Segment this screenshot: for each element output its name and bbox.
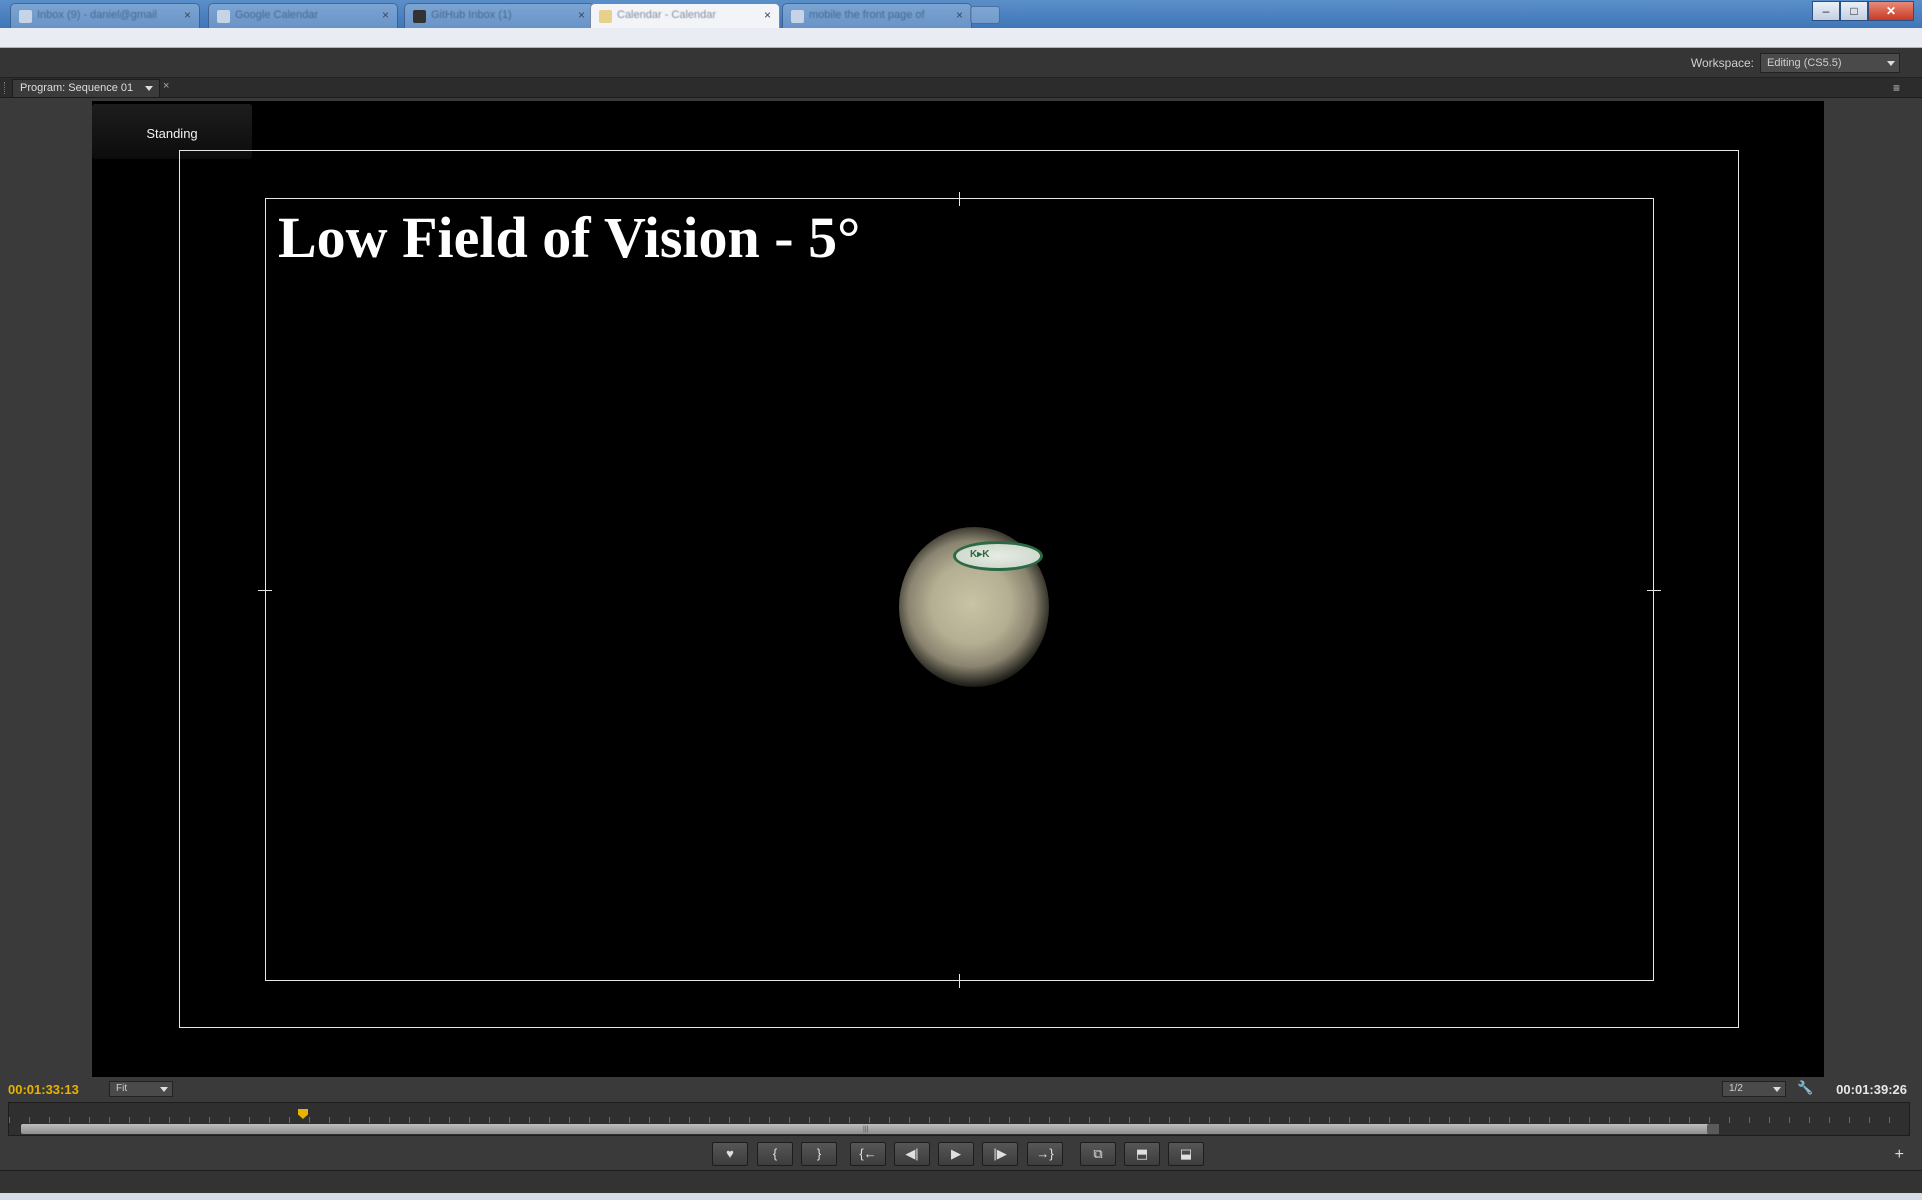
- close-icon[interactable]: ×: [163, 80, 169, 92]
- playback-resolution-dropdown[interactable]: 1/2: [1722, 1081, 1786, 1097]
- go-to-in-button[interactable]: {←: [850, 1142, 886, 1166]
- panel-menu-icon[interactable]: ≡: [1893, 81, 1900, 95]
- panel-header: Program: Sequence 01 × ≡: [0, 78, 1922, 98]
- workspace-dropdown[interactable]: Editing (CS5.5): [1760, 53, 1900, 73]
- close-icon[interactable]: ×: [184, 8, 191, 22]
- status-bar: [0, 1170, 1922, 1200]
- safe-tick-left: [258, 590, 272, 591]
- step-back-button[interactable]: ◀|: [894, 1142, 930, 1166]
- duration-timecode: 00:01:39:26: [1836, 1082, 1907, 1097]
- tab-program-monitor-label: Program: Sequence 01: [20, 82, 134, 94]
- chevron-down-icon: [1887, 61, 1895, 66]
- close-icon[interactable]: ×: [956, 8, 963, 22]
- export-frame-button[interactable]: ⧉: [1080, 1142, 1116, 1166]
- browser-tab-2[interactable]: Google Calendar ×: [208, 3, 398, 28]
- safe-tick-top: [959, 192, 960, 206]
- extract-button[interactable]: ⬓: [1168, 1142, 1204, 1166]
- mark-out-button[interactable]: }: [801, 1142, 837, 1166]
- browser-tab-label: Calendar - Calendar: [617, 9, 717, 21]
- mark-in-button[interactable]: {: [757, 1142, 793, 1166]
- workspace-label: Workspace:: [1690, 56, 1754, 70]
- close-window-button[interactable]: ✕: [1868, 1, 1914, 21]
- close-icon[interactable]: ×: [578, 8, 585, 22]
- wrench-icon[interactable]: 🔧: [1797, 1080, 1813, 1096]
- timecode-bar: 00:01:33:13 Fit 1/2 🔧 00:01:39:26: [0, 1078, 1922, 1100]
- safe-tick-right: [1647, 590, 1661, 591]
- time-ruler[interactable]: |||: [8, 1102, 1910, 1136]
- zoom-dropdown-value: Fit: [116, 1083, 128, 1094]
- overlay-title: Low Field of Vision - 5°: [278, 205, 861, 270]
- calendar-icon: [599, 10, 612, 23]
- browser-tab-strip: Inbox (9) - daniel@gmail × Google Calend…: [0, 0, 1922, 28]
- reddit-icon: [791, 10, 804, 23]
- scrollbar-grip-icon: |||: [863, 1126, 869, 1133]
- chevron-down-icon: [160, 1087, 168, 1092]
- zoom-scrollbar-handle[interactable]: [1707, 1124, 1719, 1134]
- transport-controls: ♥ {} {← ◀| ▶ |▶ →} ⧉ ⬒ ⬓ +: [0, 1138, 1922, 1170]
- go-to-out-button[interactable]: →}: [1027, 1142, 1063, 1166]
- browser-tab-4[interactable]: Calendar - Calendar ×: [590, 3, 780, 28]
- playback-resolution-value: 1/2: [1729, 1083, 1743, 1094]
- close-icon[interactable]: ×: [764, 8, 771, 22]
- browser-tab-label: GitHub Inbox (1): [431, 9, 512, 21]
- maximize-button[interactable]: □: [1840, 1, 1868, 21]
- browser-tab-label: mobile the front page of: [809, 9, 925, 21]
- browser-tab-label: Inbox (9) - daniel@gmail: [37, 9, 157, 21]
- ruler-ticks: [9, 1117, 1909, 1123]
- panel-grip-handle[interactable]: [4, 82, 7, 94]
- close-icon[interactable]: ×: [382, 8, 389, 22]
- badge-logo: K▸K: [953, 541, 1043, 571]
- safe-tick-bottom: [959, 974, 960, 988]
- browser-toolbar: [0, 28, 1922, 48]
- github-icon: [413, 10, 426, 23]
- minimize-button[interactable]: –: [1812, 1, 1840, 21]
- video-frame: Standing Low Field of Vision - 5° K▸K: [92, 101, 1824, 1077]
- browser-tab-3[interactable]: GitHub Inbox (1) ×: [404, 3, 594, 28]
- clip-label: Standing: [146, 126, 198, 141]
- lift-button[interactable]: ⬒: [1124, 1142, 1160, 1166]
- workspace-bar: Workspace: Editing (CS5.5): [0, 48, 1922, 78]
- step-forward-button[interactable]: |▶: [982, 1142, 1018, 1166]
- gmail-icon: [19, 10, 32, 23]
- play-button[interactable]: ▶: [938, 1142, 974, 1166]
- add-button[interactable]: +: [1895, 1146, 1904, 1164]
- chevron-down-icon[interactable]: [145, 86, 153, 91]
- zoom-scrollbar[interactable]: [21, 1124, 1719, 1134]
- browser-tab-5[interactable]: mobile the front page of ×: [782, 3, 972, 28]
- taskbar-strip: [0, 1193, 1922, 1200]
- add-marker-button[interactable]: ♥: [712, 1142, 748, 1166]
- new-tab-button[interactable]: [970, 6, 1000, 24]
- zoom-dropdown[interactable]: Fit: [109, 1081, 173, 1097]
- browser-tab-1[interactable]: Inbox (9) - daniel@gmail ×: [10, 3, 200, 28]
- calendar-icon: [217, 10, 230, 23]
- browser-tab-label: Google Calendar: [235, 9, 319, 21]
- current-timecode[interactable]: 00:01:33:13: [8, 1082, 79, 1097]
- tab-program-monitor[interactable]: Program: Sequence 01: [12, 79, 160, 97]
- chevron-down-icon: [1773, 1087, 1781, 1092]
- workspace-dropdown-value: Editing (CS5.5): [1767, 57, 1842, 69]
